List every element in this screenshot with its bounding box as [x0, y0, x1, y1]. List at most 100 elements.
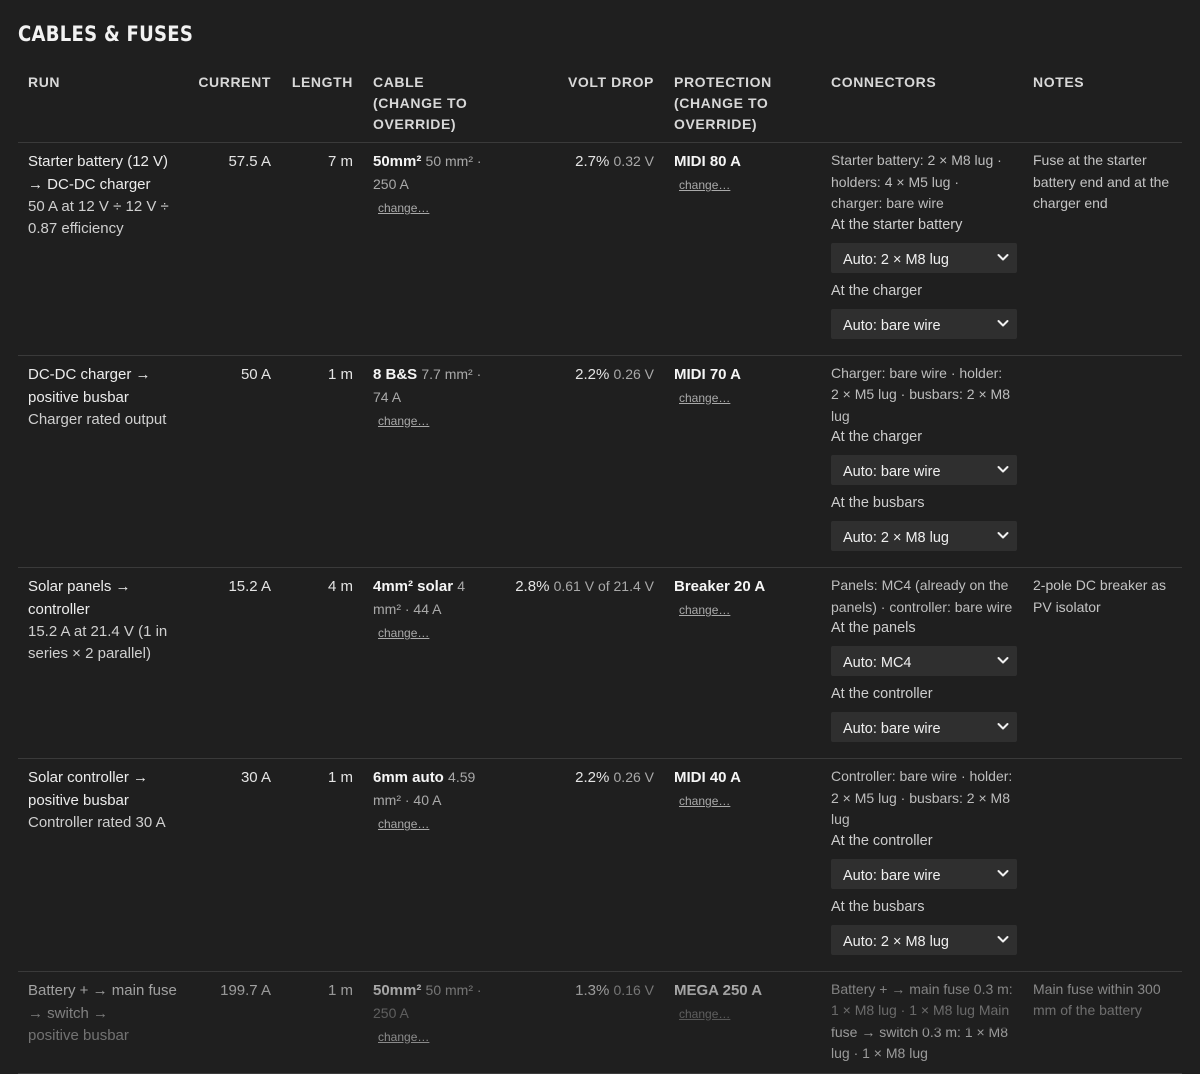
length-value: 1 m: [281, 758, 363, 972]
connector-end1-value: Auto: 2 × M8 lug: [843, 251, 949, 268]
run-subtitle: Charger rated output: [28, 410, 167, 428]
cable-size: 8 B&S: [373, 365, 418, 383]
current-value: 15.2 A: [193, 567, 281, 759]
protection-change-link[interactable]: change…: [679, 388, 730, 408]
connector-end1-select[interactable]: Auto: 2 × M8 lug: [831, 242, 1017, 273]
connector-end1-label: At the starter battery: [831, 216, 963, 233]
connector-end2-select[interactable]: Auto: 2 × M8 lug: [831, 521, 1017, 551]
connector-end2-select[interactable]: Auto: 2 × M8 lug: [831, 924, 1017, 955]
connector-end1-select[interactable]: Auto: bare wire: [831, 858, 1017, 889]
voltdrop-cell: 1.3% 0.16 V: [500, 971, 664, 1074]
run-name: Solar panels → controller: [28, 578, 131, 618]
connectors-cell: Panels: MC4 (already on the panels) · co…: [825, 567, 1031, 759]
table-row: DC-DC charger → positive busbar Charger …: [18, 355, 1182, 568]
protection-change-link[interactable]: change…: [679, 1004, 730, 1024]
notes-text: Fuse at the starter battery end and at t…: [1033, 152, 1170, 211]
protection-change-link[interactable]: change…: [679, 175, 730, 195]
run-cell: Solar panels → controller 15.2 A at 21.4…: [18, 567, 193, 759]
connector-end2-value: Auto: bare wire: [843, 721, 941, 737]
protection-cell: Breaker 20 A change…: [664, 567, 825, 759]
header-length: LENGTH: [281, 66, 363, 143]
connectors-summary: Charger: bare wire · holder: 2 × M5 lug …: [831, 364, 1010, 424]
voltdrop-volts: 0.61 V of 21.4 V: [553, 578, 654, 594]
connector-end2-value: Auto: 2 × M8 lug: [843, 530, 949, 546]
run-cell: DC-DC charger → positive busbar Charger …: [18, 355, 193, 568]
protection-value: Breaker 20 A: [674, 578, 766, 595]
header-voltdrop: VOLT DROP: [500, 66, 664, 143]
connectors-summary: Controller: bare wire · holder: 2 × M5 l…: [831, 768, 1013, 827]
section-title: CABLES & FUSES: [18, 22, 194, 46]
voltdrop-volts: 0.26 V: [613, 769, 654, 785]
header-run: RUN: [18, 66, 193, 143]
connector-end1-label: At the panels: [831, 620, 916, 636]
cable-size: 6mm auto: [373, 769, 444, 786]
current-value: 199.7 A: [193, 971, 281, 1074]
connector-end1-select[interactable]: Auto: bare wire: [831, 455, 1017, 485]
table-row: Solar panels → controller 15.2 A at 21.4…: [18, 567, 1182, 759]
connector-end1-value: Auto: MC4: [843, 655, 912, 671]
voltdrop-percent: 2.8%: [515, 578, 550, 595]
cable-cell: 4mm² solar 4 mm² · 44 A change…: [363, 567, 500, 759]
connector-end2-label: At the charger: [831, 282, 923, 299]
run-name: DC-DC charger → positive busbar: [28, 365, 151, 406]
cable-cell: 50mm² 50 mm² · 250 A change…: [363, 142, 500, 356]
cables-table: RUN CURRENT LENGTH CABLE (CHANGE TO OVER…: [18, 66, 1182, 1074]
chevron-down-icon: [997, 657, 1009, 664]
voltdrop-percent: 2.7%: [575, 153, 610, 170]
cable-change-link[interactable]: change…: [378, 198, 429, 218]
protection-cell: MIDI 80 A change…: [664, 142, 825, 356]
voltdrop-cell: 2.8% 0.61 V of 21.4 V: [500, 567, 664, 759]
voltdrop-cell: 2.2% 0.26 V: [500, 758, 664, 972]
protection-value: MEGA 250 A: [674, 981, 763, 999]
table-row: Solar controller → positive busbar Contr…: [18, 758, 1182, 972]
protection-change-link[interactable]: change…: [679, 791, 730, 811]
connector-end2-value: Auto: 2 × M8 lug: [843, 933, 949, 950]
cable-change-link[interactable]: change…: [378, 411, 429, 431]
connector-end1-label: At the charger: [831, 429, 923, 445]
header-notes: NOTES: [1031, 66, 1182, 143]
voltdrop-cell: 2.7% 0.32 V: [500, 142, 664, 356]
protection-value: MIDI 70 A: [674, 365, 741, 383]
connectors-summary: Panels: MC4 (already on the panels) · co…: [831, 577, 1013, 615]
connector-end1-value: Auto: bare wire: [843, 464, 941, 480]
length-value: 1 m: [281, 355, 363, 568]
length-value: 7 m: [281, 142, 363, 356]
notes-cell: 2-pole DC breaker as PV isolator: [1031, 567, 1182, 759]
connector-end1-select[interactable]: Auto: MC4: [831, 646, 1017, 676]
run-cell: Battery + → main fuse → switch → positiv…: [18, 971, 193, 1074]
cable-change-link[interactable]: change…: [378, 1027, 429, 1047]
protection-change-link[interactable]: change…: [679, 600, 730, 620]
notes-text: Main fuse within 300 mm of the battery: [1033, 980, 1161, 1019]
protection-value: MIDI 80 A: [674, 153, 741, 170]
notes-cell: Fuse at the starter battery end and at t…: [1031, 142, 1182, 356]
voltdrop-percent: 2.2%: [575, 769, 610, 786]
run-name: Solar controller → positive busbar: [28, 769, 149, 809]
voltdrop-volts: 0.32 V: [613, 153, 654, 169]
cable-size: 4mm² solar: [373, 578, 454, 595]
run-subtitle: 15.2 A at 21.4 V (1 in series × 2 parall…: [28, 623, 168, 662]
header-connectors: CONNECTORS: [825, 66, 1031, 143]
cable-change-link[interactable]: change…: [378, 623, 429, 643]
table-row: Starter battery (12 V) → DC-DC charger 5…: [18, 142, 1182, 356]
chevron-down-icon: [997, 723, 1009, 730]
connector-end2-select[interactable]: Auto: bare wire: [831, 308, 1017, 339]
connector-end1-label: At the controller: [831, 832, 933, 849]
connector-end2-select[interactable]: Auto: bare wire: [831, 712, 1017, 742]
chevron-down-icon: [997, 253, 1009, 260]
chevron-down-icon: [997, 532, 1009, 539]
run-name: Starter battery (12 V) → DC-DC charger: [28, 153, 169, 193]
chevron-down-icon: [997, 935, 1009, 942]
current-value: 30 A: [193, 758, 281, 972]
run-cell: Solar controller → positive busbar Contr…: [18, 758, 193, 972]
cable-cell: 6mm auto 4.59 mm² · 40 A change…: [363, 758, 500, 972]
connector-end1-value: Auto: bare wire: [843, 867, 941, 884]
protection-cell: MIDI 40 A change…: [664, 758, 825, 972]
connectors-summary: Battery + → main fuse 0.3 m: 1 × M8 lug …: [831, 980, 1013, 1062]
chevron-down-icon: [997, 869, 1009, 876]
notes-text: 2-pole DC breaker as PV isolator: [1033, 577, 1167, 615]
length-value: 4 m: [281, 567, 363, 759]
cable-change-link[interactable]: change…: [378, 814, 429, 834]
cable-cell: 8 B&S 7.7 mm² · 74 A change…: [363, 355, 500, 568]
connectors-cell: Charger: bare wire · holder: 2 × M5 lug …: [825, 355, 1031, 568]
protection-cell: MIDI 70 A change…: [664, 355, 825, 568]
